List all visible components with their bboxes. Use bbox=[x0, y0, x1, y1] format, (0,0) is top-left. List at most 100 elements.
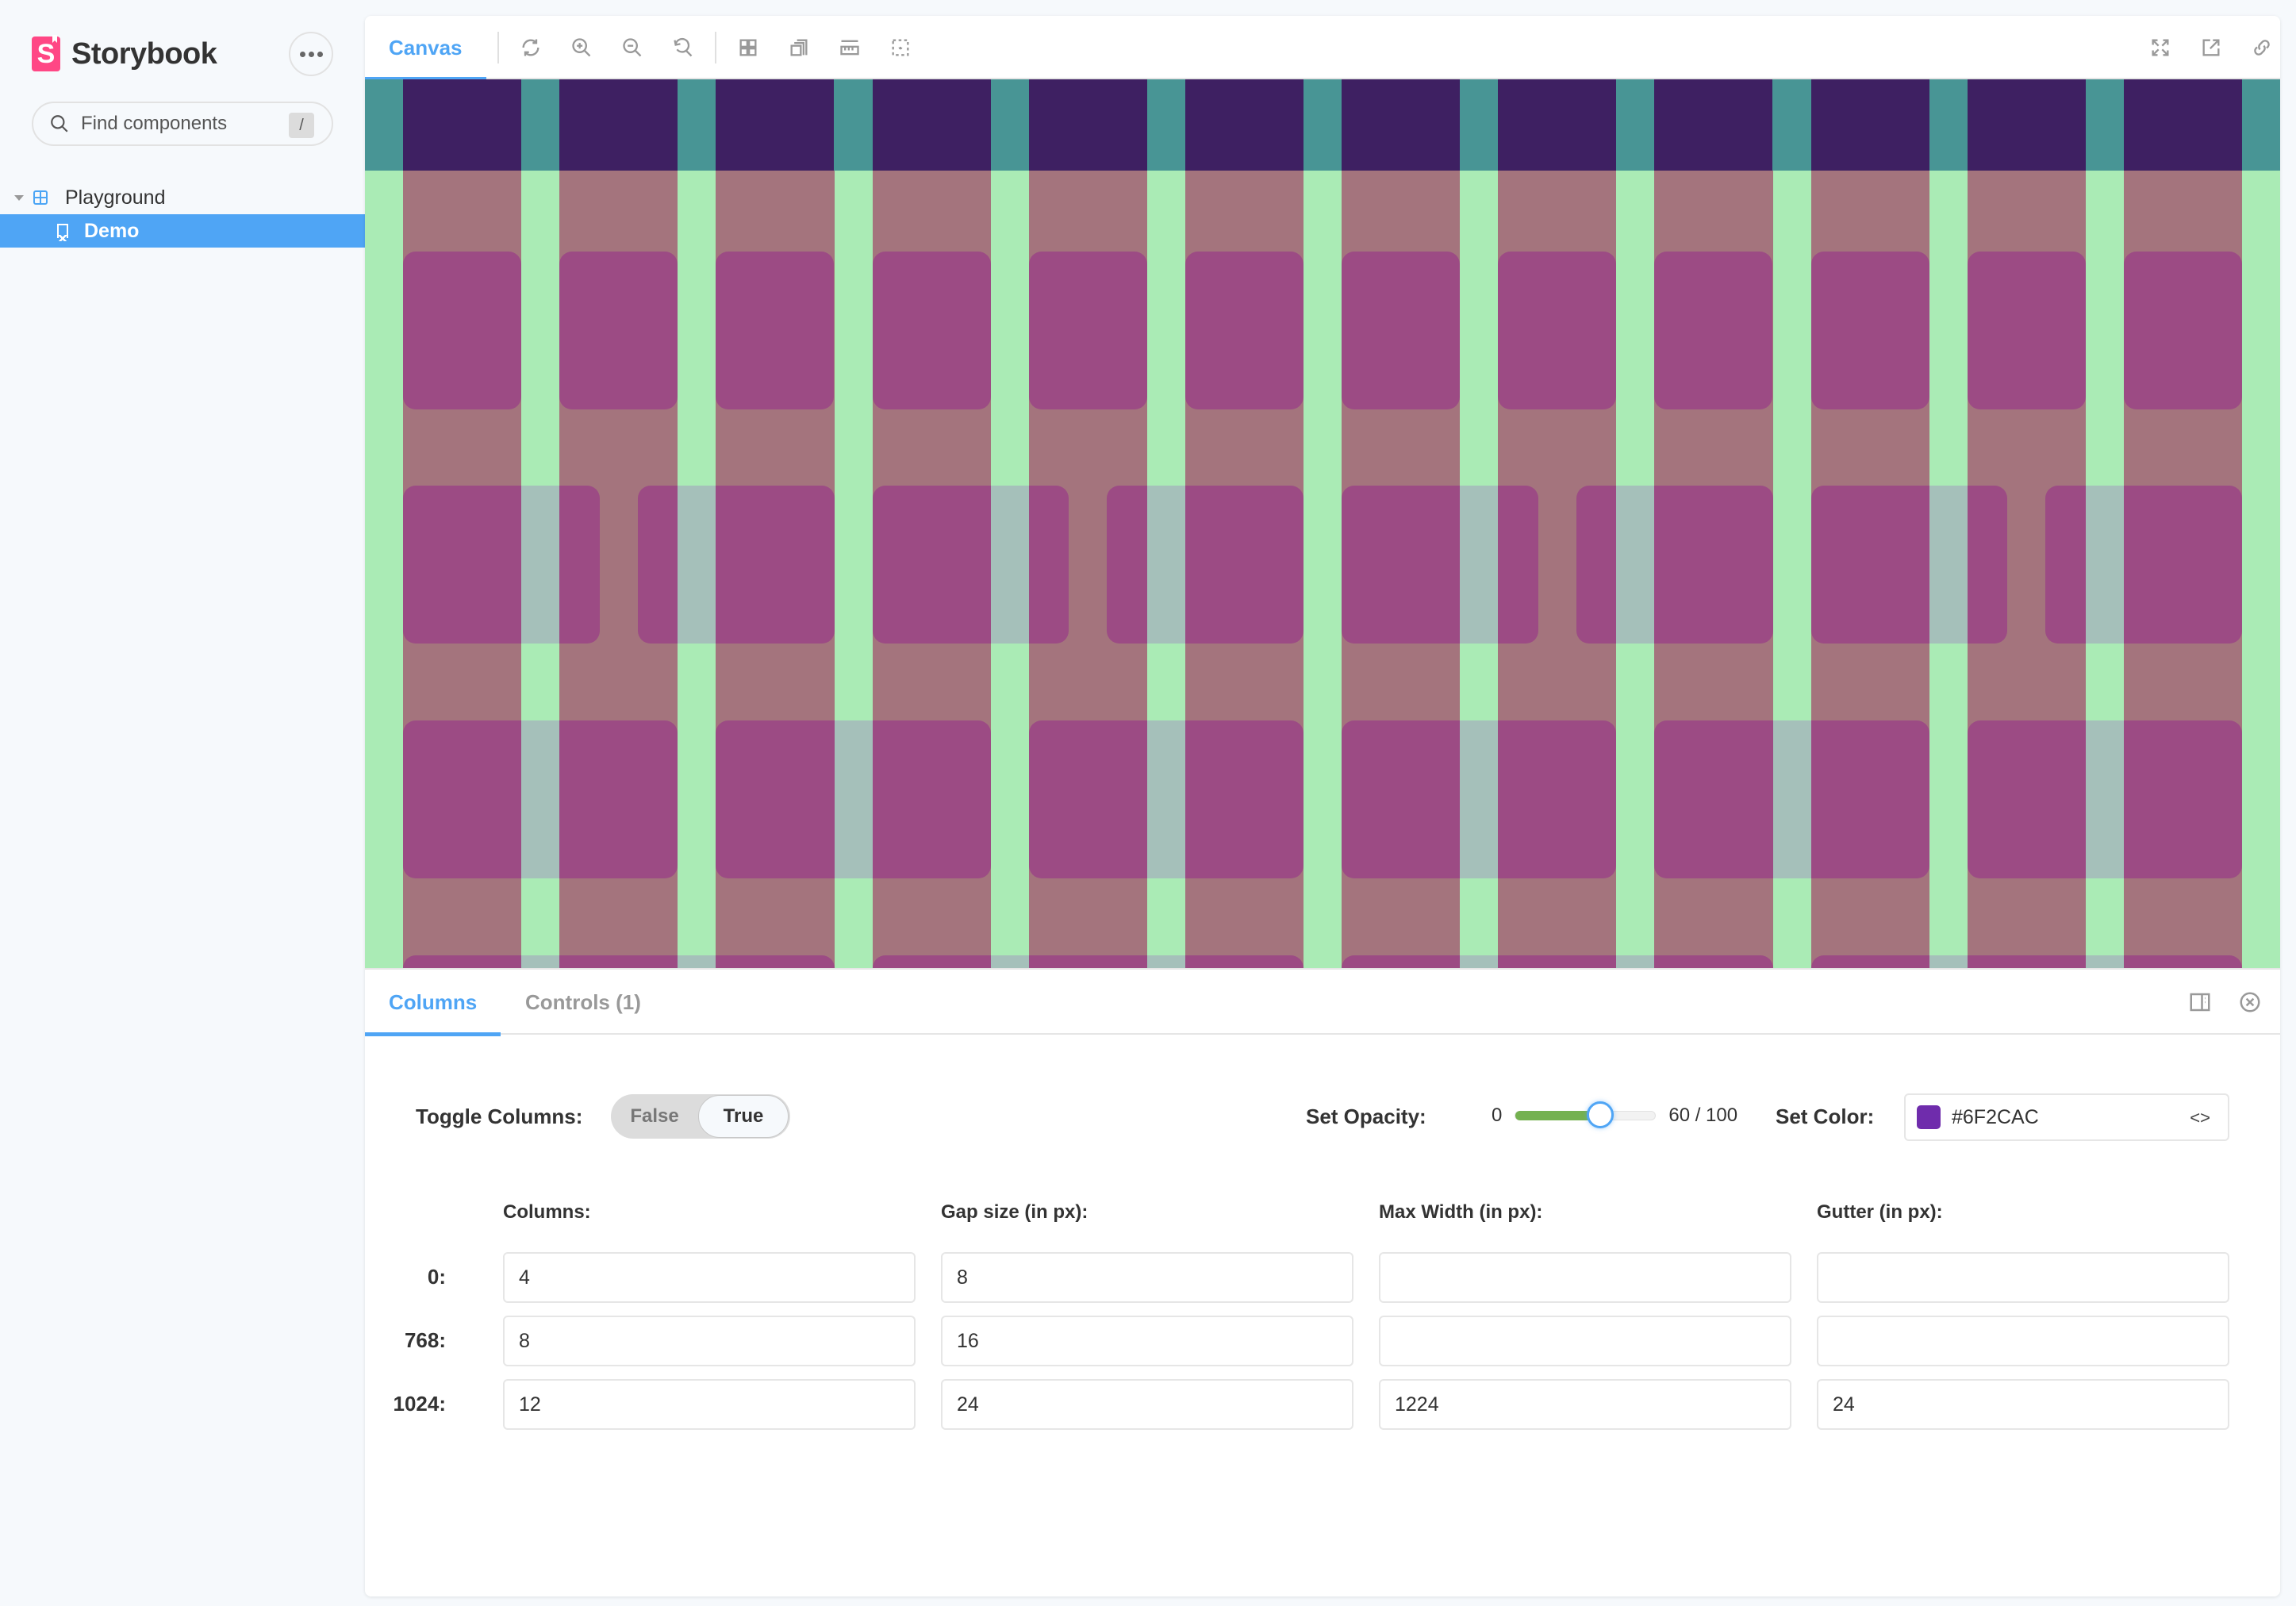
toolbar: Canvas bbox=[365, 16, 2280, 81]
column-box-overlap bbox=[521, 486, 560, 644]
opacity-slider[interactable] bbox=[1515, 1101, 1657, 1128]
demo-box bbox=[1576, 486, 1773, 644]
tab-controls[interactable]: Controls (1) bbox=[501, 970, 665, 1035]
columns-input-1024[interactable] bbox=[503, 1379, 916, 1430]
gap-input-768[interactable] bbox=[941, 1316, 1353, 1366]
max-width-input-768[interactable] bbox=[1379, 1316, 1791, 1366]
header-band-column bbox=[1342, 79, 1461, 171]
opacity-value: 60 / 100 bbox=[1668, 1105, 1738, 1126]
sidebar: S Storybook / Playground Demo bbox=[0, 0, 365, 1606]
max-width-input-1024[interactable] bbox=[1379, 1379, 1791, 1430]
bookmark-icon bbox=[57, 224, 68, 241]
breakpoint-label-768: 768: bbox=[404, 1328, 446, 1352]
brand[interactable]: S Storybook bbox=[32, 36, 217, 71]
header-max-width: Max Width (in px): bbox=[1379, 1201, 1543, 1223]
demo-box bbox=[872, 955, 1303, 968]
component-icon bbox=[33, 190, 48, 205]
background-icon[interactable] bbox=[786, 35, 812, 60]
caret-down-icon[interactable] bbox=[14, 194, 24, 201]
zoom-in-icon[interactable] bbox=[569, 35, 594, 60]
demo-box bbox=[1107, 486, 1303, 644]
column-box-overlap bbox=[2085, 486, 2124, 644]
column-box-overlap bbox=[2085, 720, 2124, 878]
column-box-overlap bbox=[1772, 720, 1811, 878]
header-band-column bbox=[403, 79, 522, 171]
color-value: #6F2CAC bbox=[1952, 1105, 2039, 1128]
column-box-overlap bbox=[1146, 486, 1185, 644]
demo-box bbox=[1654, 252, 1773, 409]
gutter-input-768[interactable] bbox=[1817, 1316, 2229, 1366]
column-box-overlap bbox=[678, 486, 716, 644]
max-width-input-0[interactable] bbox=[1379, 1252, 1791, 1303]
panel-tabs: Columns Controls (1) bbox=[365, 970, 2280, 1036]
demo-box bbox=[1342, 252, 1461, 409]
addon-panel: Columns Controls (1) Toggle Columns: Fal… bbox=[365, 968, 2280, 1596]
zoom-reset-icon[interactable] bbox=[670, 35, 696, 60]
measure-icon[interactable] bbox=[837, 35, 862, 60]
tree-item-playground[interactable]: Playground bbox=[0, 181, 365, 214]
demo-box bbox=[1967, 252, 2086, 409]
column-box-overlap bbox=[1460, 720, 1499, 878]
column-box-overlap bbox=[1146, 955, 1185, 968]
column-box-overlap bbox=[1460, 486, 1499, 644]
toggle-columns-switch[interactable]: False True bbox=[611, 1094, 790, 1139]
zoom-out-icon[interactable] bbox=[620, 35, 645, 60]
header-band-column bbox=[1184, 79, 1303, 171]
gap-input-1024[interactable] bbox=[941, 1379, 1353, 1430]
opacity-label: Set Opacity: bbox=[1306, 1105, 1426, 1128]
color-swatch[interactable] bbox=[1917, 1105, 1941, 1129]
close-panel-icon[interactable] bbox=[2236, 989, 2263, 1016]
header-band-column bbox=[2123, 79, 2242, 171]
column-box-overlap bbox=[521, 955, 560, 968]
column-box-overlap bbox=[1616, 486, 1655, 644]
demo-box bbox=[559, 252, 678, 409]
open-new-tab-icon[interactable] bbox=[2198, 35, 2224, 60]
demo-box bbox=[1342, 486, 1538, 644]
grid-icon[interactable] bbox=[735, 35, 761, 60]
sidebar-menu-button[interactable] bbox=[289, 32, 333, 76]
toolbar-divider bbox=[497, 32, 499, 63]
canvas-preview[interactable] bbox=[365, 79, 2280, 968]
column-box-overlap bbox=[2085, 955, 2124, 968]
opacity-control: 0 60 / 100 bbox=[1492, 1100, 1737, 1132]
columns-input-768[interactable] bbox=[503, 1316, 916, 1366]
breakpoint-label-1024: 1024: bbox=[393, 1392, 447, 1416]
toolbar-divider bbox=[715, 32, 716, 63]
tab-columns[interactable]: Columns bbox=[365, 970, 501, 1036]
demo-box bbox=[1810, 955, 2242, 968]
search-shortcut-badge: / bbox=[289, 113, 314, 138]
opacity-slider-thumb[interactable] bbox=[1587, 1101, 1614, 1128]
search-box[interactable]: / bbox=[32, 102, 333, 146]
demo-box bbox=[637, 486, 835, 644]
tab-canvas[interactable]: Canvas bbox=[365, 16, 486, 81]
code-toggle-icon[interactable]: <> bbox=[2190, 1108, 2210, 1128]
header-band bbox=[365, 79, 2280, 171]
tree-item-demo[interactable]: Demo bbox=[0, 214, 365, 248]
panel-orientation-icon[interactable] bbox=[2187, 989, 2213, 1016]
gap-input-0[interactable] bbox=[941, 1252, 1353, 1303]
column-box-overlap bbox=[1929, 486, 1968, 644]
search-input[interactable] bbox=[81, 113, 279, 135]
sync-icon[interactable] bbox=[518, 35, 543, 60]
header-gutter: Gutter (in px): bbox=[1817, 1201, 1943, 1223]
demo-box bbox=[403, 252, 522, 409]
header-band-column bbox=[1810, 79, 1929, 171]
copy-link-icon[interactable] bbox=[2249, 35, 2275, 60]
demo-box bbox=[872, 486, 1069, 644]
demo-box bbox=[1498, 252, 1617, 409]
gutter-input-1024[interactable] bbox=[1817, 1379, 2229, 1430]
toggle-option-false[interactable]: False bbox=[611, 1094, 698, 1139]
columns-input-0[interactable] bbox=[503, 1252, 916, 1303]
color-picker-field[interactable]: #6F2CAC <> bbox=[1904, 1093, 2229, 1141]
search-icon bbox=[51, 115, 68, 133]
header-band-column bbox=[1967, 79, 2086, 171]
column-gap-strip bbox=[2242, 171, 2280, 968]
header-band-column bbox=[872, 79, 991, 171]
fullscreen-icon[interactable] bbox=[2148, 35, 2173, 60]
toggle-option-true[interactable]: True bbox=[698, 1095, 789, 1138]
breakpoint-label-0: 0: bbox=[427, 1265, 446, 1289]
column-box-overlap bbox=[1146, 720, 1185, 878]
gutter-input-0[interactable] bbox=[1817, 1252, 2229, 1303]
header-band-column bbox=[559, 79, 678, 171]
outline-icon[interactable] bbox=[888, 35, 913, 60]
